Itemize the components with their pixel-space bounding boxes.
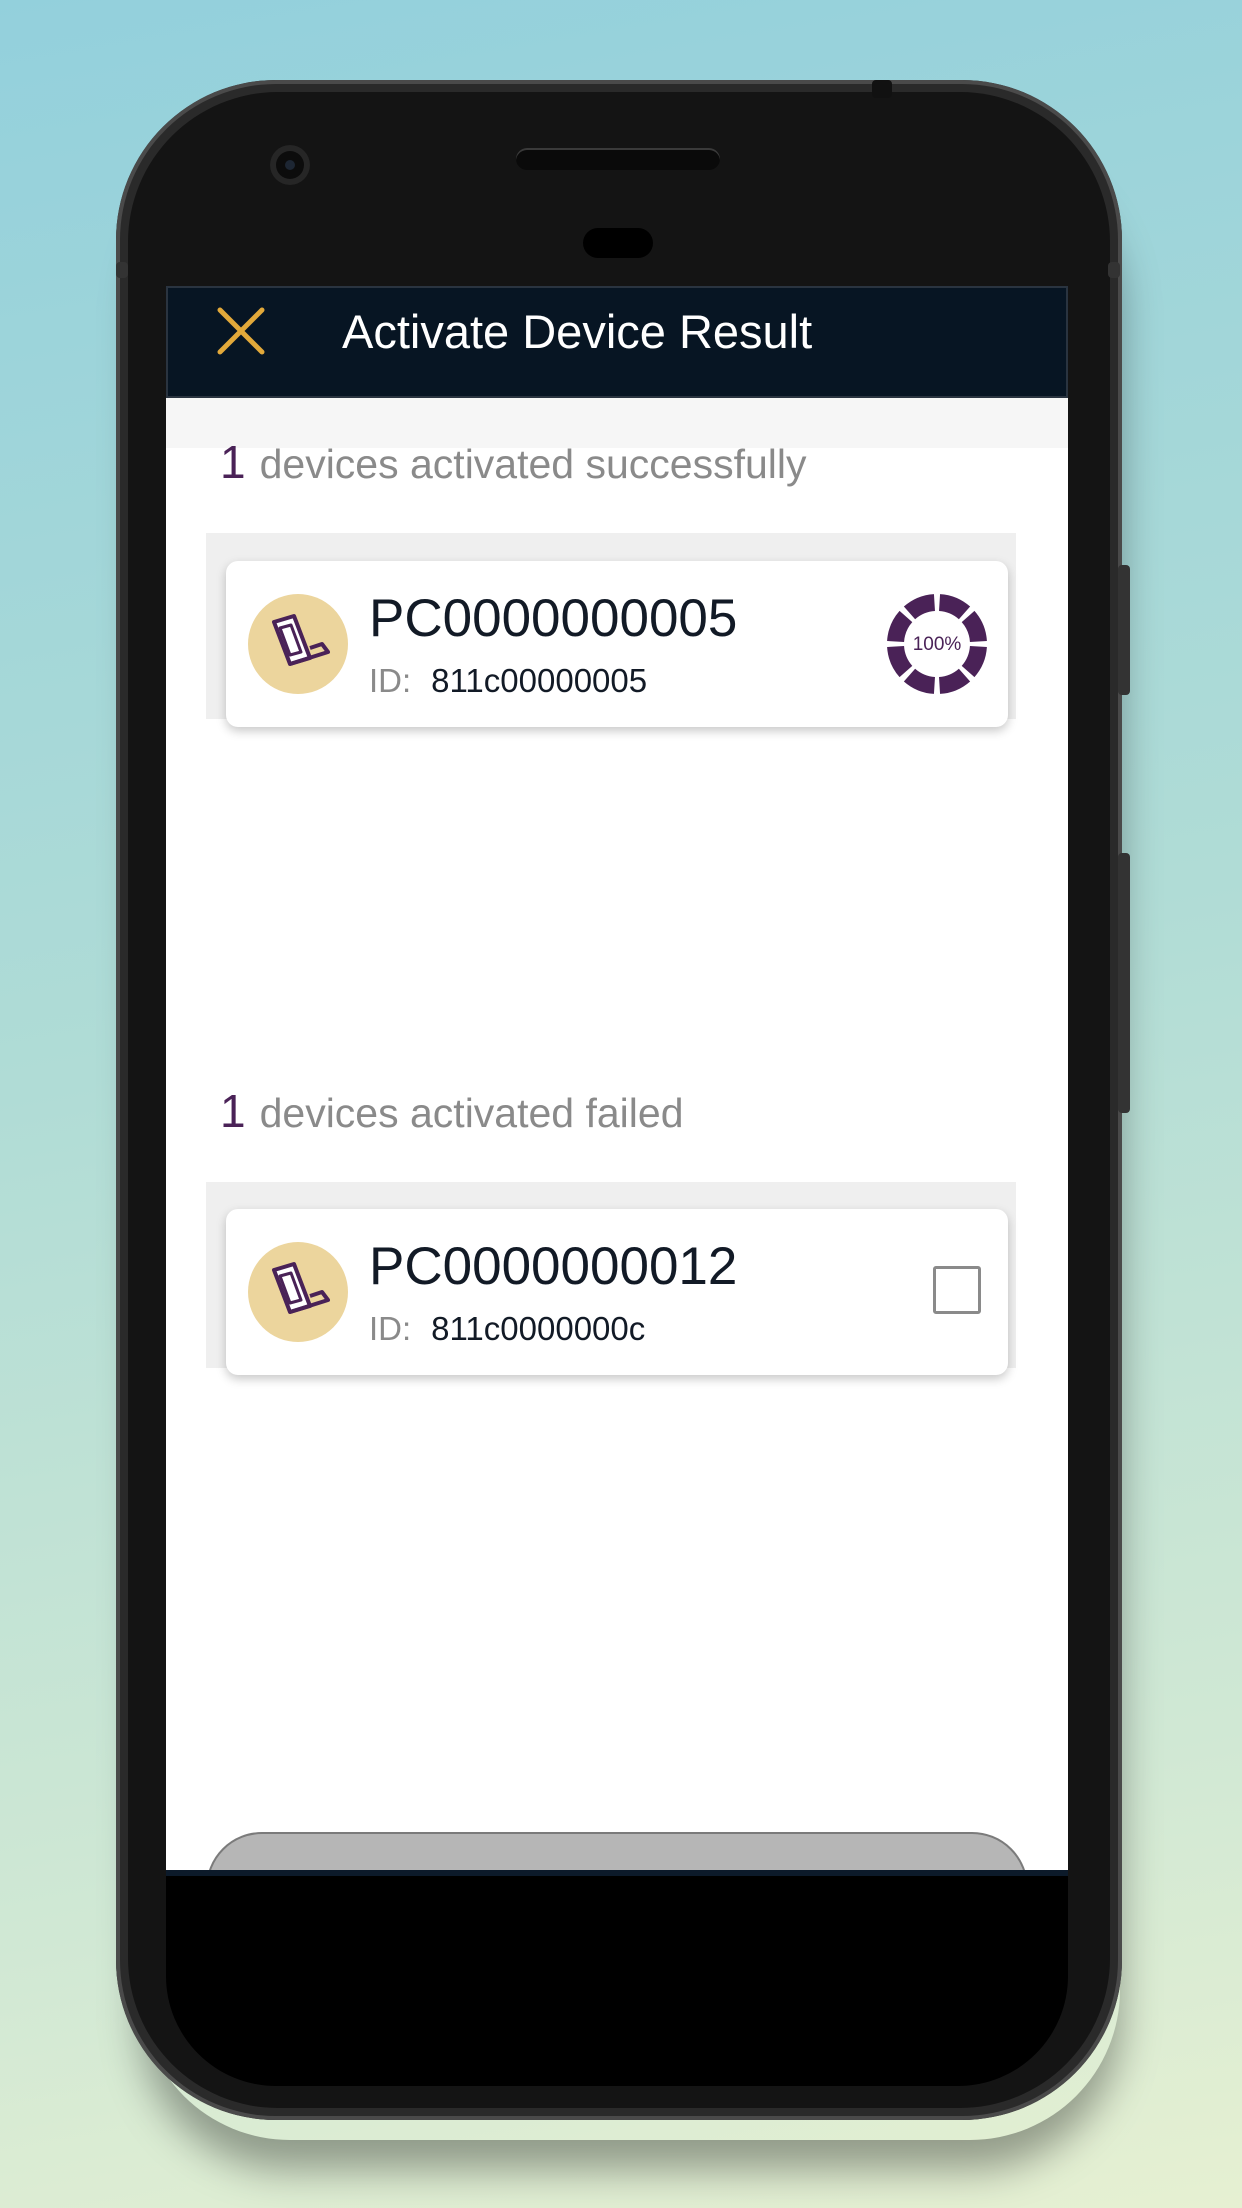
card-reader-icon xyxy=(272,1262,330,1314)
app-bar: Activate Device Result xyxy=(166,286,1068,398)
phone-chin xyxy=(166,1876,1068,2086)
device-id-value: 811c00000005 xyxy=(431,662,648,699)
success-section-title: 1 devices activated successfully xyxy=(220,432,807,492)
progress-ring-segment xyxy=(887,646,913,678)
failed-count: 1 xyxy=(220,1085,246,1137)
device-id-row: ID: 811c00000005 xyxy=(369,661,647,701)
page-title: Activate Device Result xyxy=(342,305,813,358)
activation-progress-ring: 100% xyxy=(886,593,988,695)
device-id-label: ID: xyxy=(369,662,412,699)
device-name: PC0000000012 xyxy=(369,1237,738,1296)
progress-ring-segment xyxy=(903,668,935,694)
device-name: PC0000000005 xyxy=(369,589,738,648)
phone-antenna-top xyxy=(872,80,892,98)
close-icon xyxy=(217,307,265,355)
front-camera-icon xyxy=(270,145,310,185)
device-icon xyxy=(248,594,348,694)
device-card-failed[interactable]: PC0000000012 ID: 811c0000000c xyxy=(226,1209,1008,1375)
device-icon xyxy=(248,1242,348,1342)
progress-ring-segment xyxy=(939,668,971,694)
progress-ring-segment xyxy=(903,594,935,620)
phone-side-button-top xyxy=(1118,565,1130,695)
earpiece-speaker xyxy=(516,148,720,170)
proximity-sensor xyxy=(583,228,653,258)
close-button[interactable] xyxy=(206,296,276,366)
device-card-success[interactable]: PC0000000005 ID: 811c00000005 100% xyxy=(226,561,1008,727)
phone-antenna-right xyxy=(1108,262,1120,278)
success-count: 1 xyxy=(220,436,246,488)
app-screen: Activate Device Result 1 devices activate… xyxy=(166,286,1068,1876)
progress-ring-segment xyxy=(887,610,913,642)
success-label: devices activated successfully xyxy=(259,441,807,487)
failed-section-title: 1 devices activated failed xyxy=(220,1081,684,1141)
device-id-row: ID: 811c0000000c xyxy=(369,1309,645,1349)
device-id-value: 811c0000000c xyxy=(431,1310,646,1347)
device-select-checkbox[interactable] xyxy=(933,1266,981,1314)
bottom-divider xyxy=(166,1870,1068,1876)
failed-label: devices activated failed xyxy=(259,1090,684,1136)
progress-ring-segment xyxy=(939,594,971,620)
content-area: 1 devices activated successfully PC000000… xyxy=(166,398,1068,1876)
progress-ring-segment xyxy=(961,610,987,642)
device-id-label: ID: xyxy=(369,1310,412,1347)
progress-ring-segment xyxy=(961,646,987,678)
progress-percent-text: 100% xyxy=(913,634,962,655)
phone-side-button-volume xyxy=(1118,853,1130,1113)
phone-antenna-left xyxy=(116,262,128,278)
card-reader-icon xyxy=(272,614,330,666)
